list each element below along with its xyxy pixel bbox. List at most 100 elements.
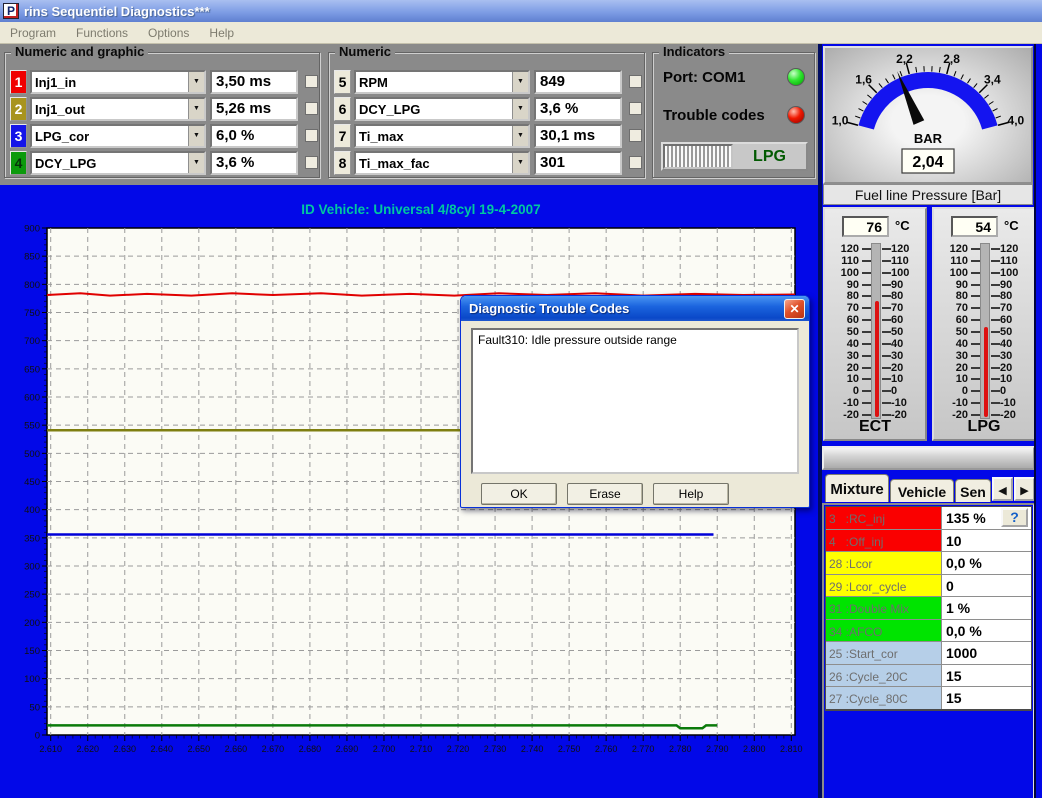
channel-select-dropdown[interactable]: DCY_LPG▼ xyxy=(354,97,530,121)
channel-checkbox[interactable] xyxy=(629,129,642,142)
thermo-tick xyxy=(882,307,891,309)
svg-text:2.680: 2.680 xyxy=(299,744,322,754)
thermo-tick xyxy=(991,295,1000,297)
tab-scroll-left-icon[interactable]: ◀ xyxy=(992,477,1013,501)
chevron-down-icon[interactable]: ▼ xyxy=(188,126,204,146)
menu-program[interactable]: Program xyxy=(0,23,66,43)
chevron-down-icon[interactable]: ▼ xyxy=(188,99,204,119)
tab-vehicle[interactable]: Vehicle xyxy=(890,479,954,502)
thermo-tick-label: 30 xyxy=(936,351,968,362)
channel-checkbox[interactable] xyxy=(305,129,318,142)
chevron-down-icon[interactable]: ▼ xyxy=(512,153,528,173)
thermo-tick xyxy=(882,248,891,250)
chevron-down-icon[interactable]: ▼ xyxy=(188,153,204,173)
thermo-label: LPG xyxy=(934,418,1034,436)
thermo-tick-label: 110 xyxy=(891,256,923,267)
thermo-tick-label: 0 xyxy=(1000,386,1032,397)
svg-text:2.800: 2.800 xyxy=(743,744,766,754)
channel-row: 4DCY_LPG▼3,6 % xyxy=(10,150,318,175)
help-button[interactable]: Help xyxy=(653,483,729,505)
channel-value: 849 xyxy=(534,70,622,94)
channel-select-dropdown[interactable]: Inj1_out▼ xyxy=(30,97,206,121)
channel-value: 3,6 % xyxy=(534,97,622,121)
svg-text:2.700: 2.700 xyxy=(373,744,396,754)
svg-text:2.760: 2.760 xyxy=(595,744,618,754)
thermo-tick-label: 10 xyxy=(891,374,923,385)
thermo-tick-label: 50 xyxy=(936,327,968,338)
thermo-tick xyxy=(882,343,891,345)
channel-select-dropdown[interactable]: Inj1_in▼ xyxy=(30,70,206,94)
tab-mixture[interactable]: Mixture xyxy=(825,474,889,502)
channel-checkbox[interactable] xyxy=(629,156,642,169)
svg-text:2.710: 2.710 xyxy=(410,744,433,754)
thermo-tick xyxy=(862,378,871,380)
param-label: 26 :Cycle_20C xyxy=(826,665,942,687)
channel-checkbox[interactable] xyxy=(629,75,642,88)
channel-checkbox[interactable] xyxy=(305,75,318,88)
group-title: Numeric xyxy=(335,44,395,59)
svg-text:2.670: 2.670 xyxy=(262,744,285,754)
channel-select-dropdown[interactable]: RPM▼ xyxy=(354,70,530,94)
fuel-type-switch[interactable]: LPG xyxy=(661,142,808,171)
svg-text:150: 150 xyxy=(24,646,40,657)
thermo-tick-label: 120 xyxy=(827,244,859,255)
channel-checkbox[interactable] xyxy=(305,156,318,169)
close-icon[interactable]: ✕ xyxy=(784,299,805,319)
param-label: 28 :Lcor xyxy=(826,552,942,574)
menu-help[interactable]: Help xyxy=(199,23,244,43)
thermo-tick xyxy=(882,390,891,392)
chevron-down-icon[interactable]: ▼ xyxy=(188,72,204,92)
svg-text:400: 400 xyxy=(24,505,40,516)
thermo-tick-label: 100 xyxy=(936,268,968,279)
channel-name: Inj1_in xyxy=(32,72,188,92)
thermometer-ect: 76°C120120110110100100909080807070606050… xyxy=(823,207,927,441)
channel-select-dropdown[interactable]: Ti_max▼ xyxy=(354,124,530,148)
thermo-tick xyxy=(971,378,980,380)
thermo-tick-label: 10 xyxy=(936,374,968,385)
param-value: 1 % xyxy=(942,597,1031,619)
thermo-tick xyxy=(971,402,980,404)
thermo-tick xyxy=(862,319,871,321)
dialog-title-bar[interactable]: Diagnostic Trouble Codes ✕ xyxy=(461,296,809,321)
title-bar[interactable]: P rins Sequentiel Diagnostics*** xyxy=(0,0,1042,22)
param-label: 31 :Double Mix xyxy=(826,597,942,619)
svg-text:2.610: 2.610 xyxy=(39,744,62,754)
thermo-tick-label: 120 xyxy=(1000,244,1032,255)
svg-text:350: 350 xyxy=(24,533,40,544)
chevron-down-icon[interactable]: ▼ xyxy=(512,99,528,119)
menu-options[interactable]: Options xyxy=(138,23,199,43)
ok-button[interactable]: OK xyxy=(481,483,557,505)
chevron-down-icon[interactable]: ▼ xyxy=(512,72,528,92)
trouble-code-item[interactable]: Fault310: Idle pressure outside range xyxy=(478,333,792,348)
thermo-tick-label: 40 xyxy=(936,339,968,350)
channel-select-dropdown[interactable]: DCY_LPG▼ xyxy=(30,151,206,175)
thermo-tick xyxy=(971,355,980,357)
channel-name: Ti_max xyxy=(356,126,512,146)
thermo-tick xyxy=(991,402,1000,404)
thermo-tick xyxy=(882,367,891,369)
app-window: P rins Sequentiel Diagnostics*** Program… xyxy=(0,0,1042,798)
help-button[interactable]: ? xyxy=(1001,508,1028,527)
thermo-tick xyxy=(991,378,1000,380)
thermo-tick xyxy=(991,331,1000,333)
tab-sen[interactable]: Sen xyxy=(955,479,991,502)
erase-button[interactable]: Erase xyxy=(567,483,643,505)
channel-checkbox[interactable] xyxy=(629,102,642,115)
menu-functions[interactable]: Functions xyxy=(66,23,138,43)
param-value: 15 xyxy=(942,665,1031,687)
thermo-tick xyxy=(862,272,871,274)
chevron-down-icon[interactable]: ▼ xyxy=(512,126,528,146)
trouble-codes-list[interactable]: Fault310: Idle pressure outside range xyxy=(471,328,799,474)
group-numeric-graphic: Numeric and graphic 1Inj1_in▼3,50 ms2Inj… xyxy=(4,52,320,178)
fuel-switch-slider[interactable] xyxy=(663,144,733,169)
channel-select-dropdown[interactable]: Ti_max_fac▼ xyxy=(354,151,530,175)
tab-scroll-right-icon[interactable]: ▶ xyxy=(1014,477,1035,501)
channel-select-dropdown[interactable]: LPG_cor▼ xyxy=(30,124,206,148)
table-row: 34 :AFCO0,0 % xyxy=(826,620,1031,643)
thermo-tick-label: 110 xyxy=(936,256,968,267)
menu-bar: ProgramFunctionsOptionsHelp xyxy=(0,22,1042,44)
channel-name: DCY_LPG xyxy=(32,153,188,173)
trouble-codes-led xyxy=(787,106,805,124)
thermo-tick xyxy=(991,284,1000,286)
channel-checkbox[interactable] xyxy=(305,102,318,115)
